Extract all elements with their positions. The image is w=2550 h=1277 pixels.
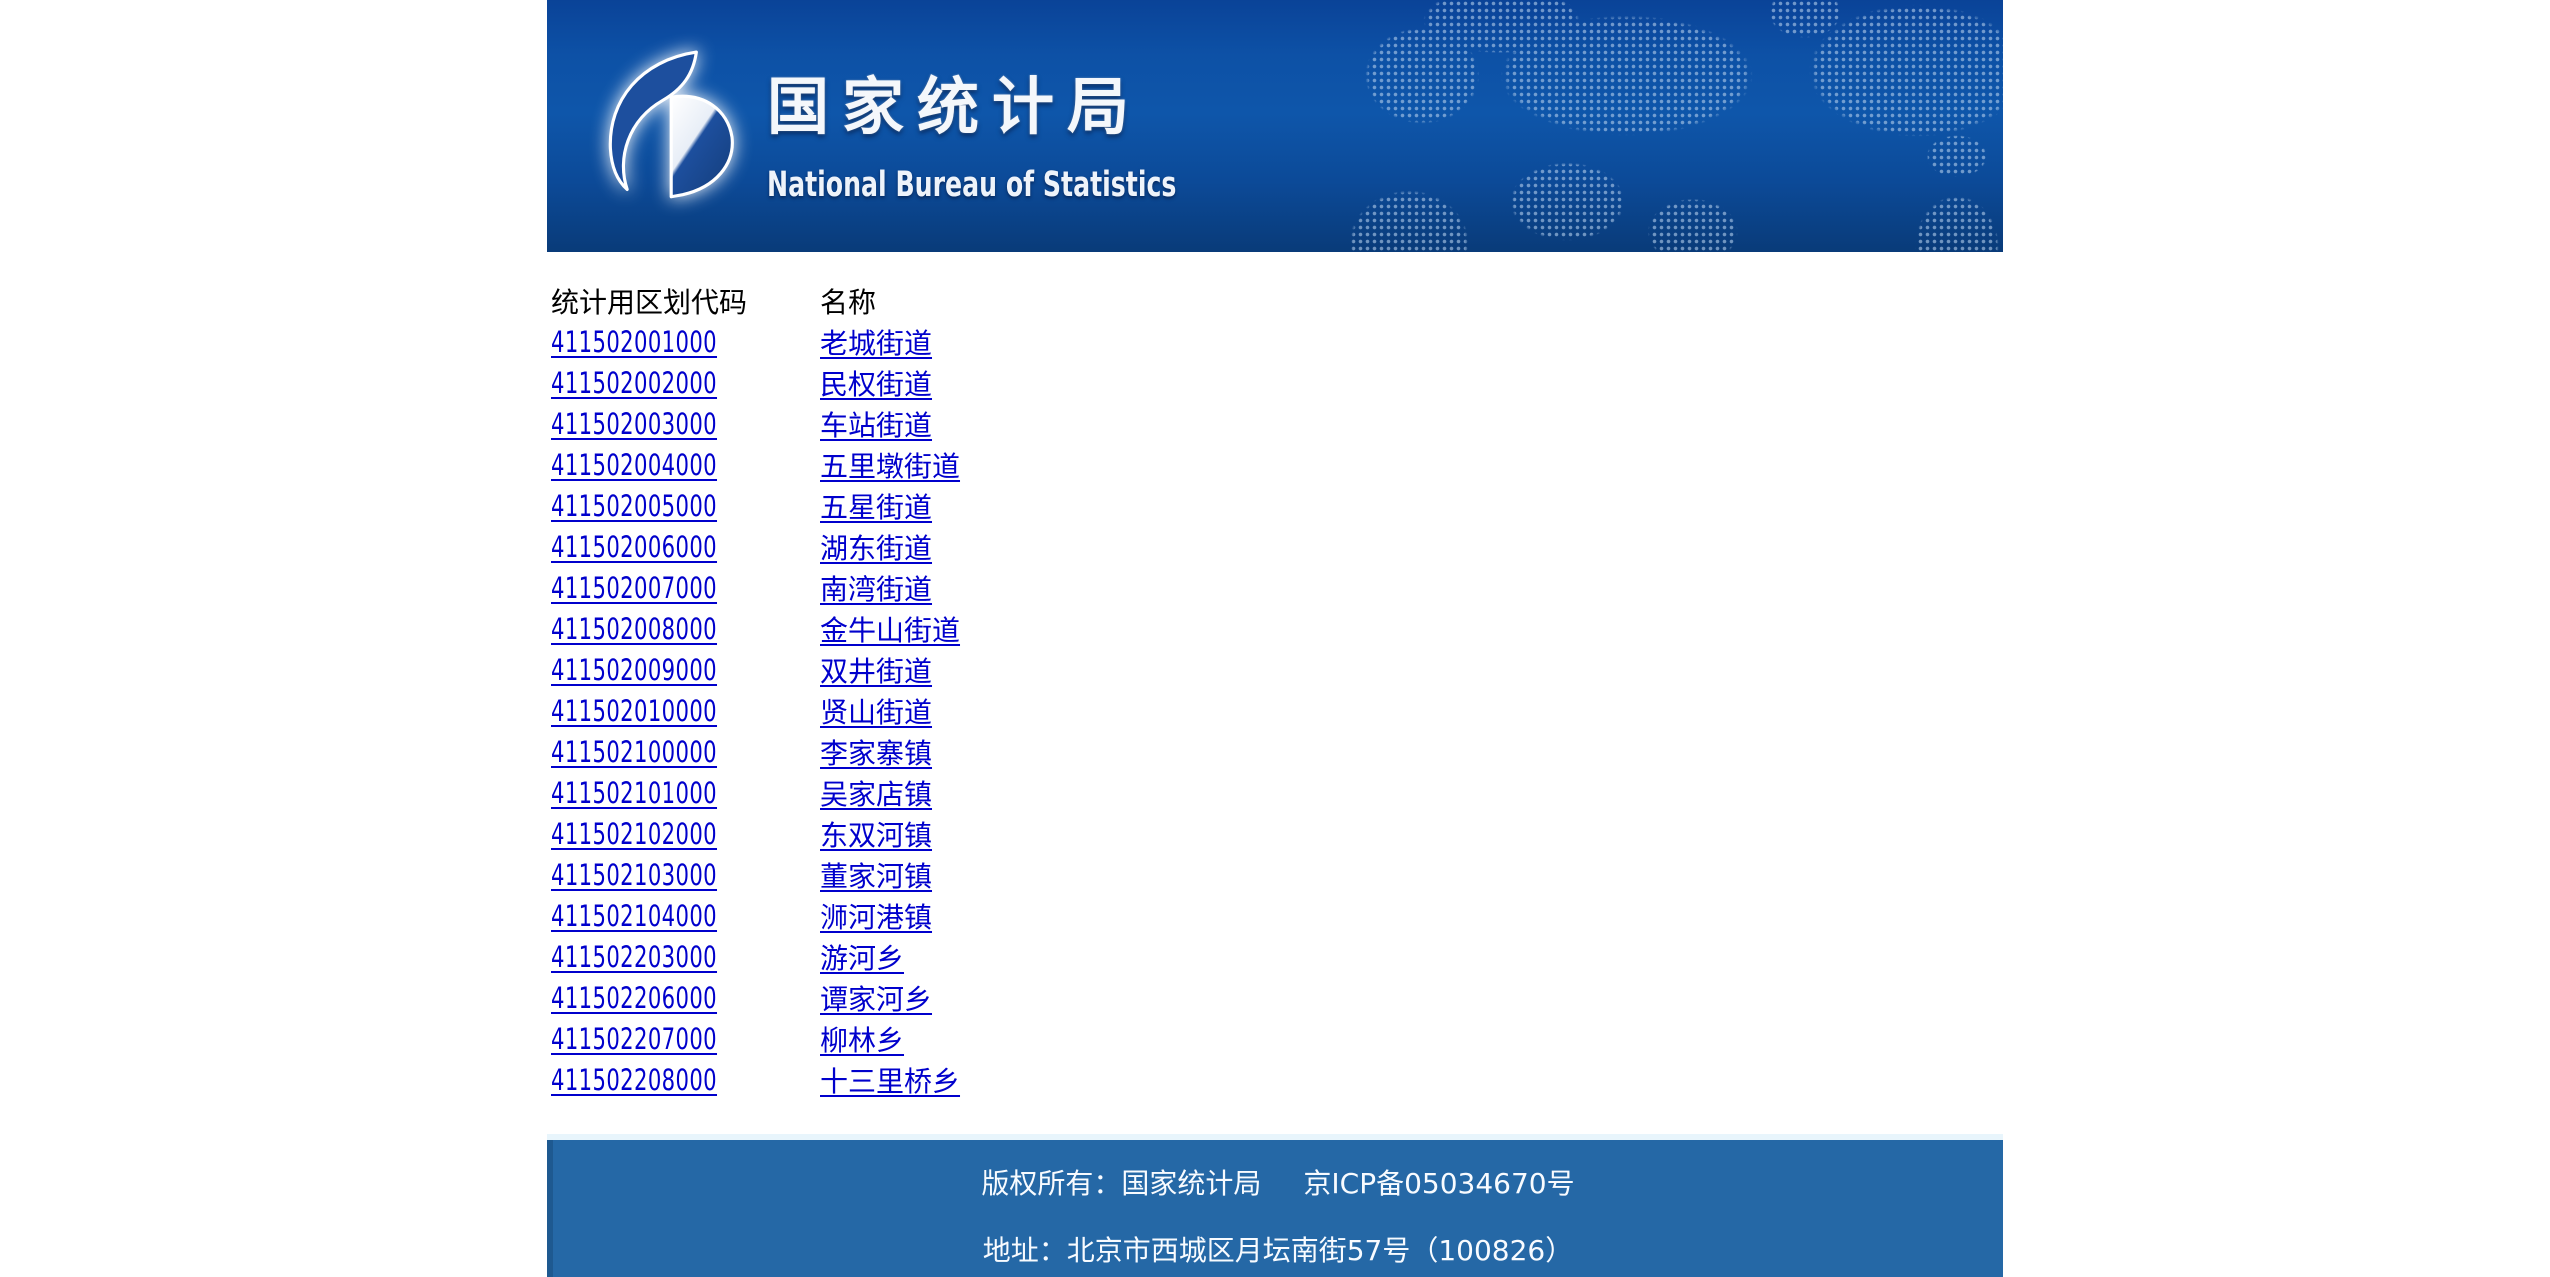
district-name-link[interactable]: 南湾街道	[820, 573, 932, 606]
district-name-link[interactable]: 十三里桥乡	[820, 1065, 960, 1098]
district-name-link[interactable]: 五里墩街道	[820, 450, 960, 483]
table-row: 411502009000 双井街道	[551, 649, 960, 690]
district-name-link[interactable]: 吴家店镇	[820, 778, 932, 811]
address-text: 地址：北京市西城区月坛南街57号（100826）	[982, 1234, 1574, 1267]
table-row: 411502004000 五里墩街道	[551, 444, 960, 485]
site-title-en: National Bureau of Statistics	[767, 165, 1177, 205]
district-code-link[interactable]: 411502104000	[551, 899, 717, 933]
table-row: 411502003000 车站街道	[551, 403, 960, 444]
district-name-link[interactable]: 谭家河乡	[820, 983, 932, 1016]
district-code-link[interactable]: 411502009000	[551, 653, 717, 687]
district-code-link[interactable]: 411502207000	[551, 1022, 717, 1056]
footer-copyright-line: 版权所有：国家统计局 京ICP备05034670号	[553, 1164, 2003, 1204]
district-code-link[interactable]: 411502100000	[551, 735, 717, 769]
district-code-link[interactable]: 411502203000	[551, 940, 717, 974]
district-code-link[interactable]: 411502010000	[551, 694, 717, 728]
district-code-link[interactable]: 411502102000	[551, 817, 717, 851]
district-code-link[interactable]: 411502007000	[551, 571, 717, 605]
table-row: 411502005000 五星街道	[551, 485, 960, 526]
site-header: 国家统计局 National Bureau of Statistics	[547, 0, 2003, 252]
main-content: 统计用区划代码 名称 411502001000 老城街道 41150200200…	[547, 252, 2003, 1134]
table-row: 411502002000 民权街道	[551, 362, 960, 403]
district-code-link[interactable]: 411502008000	[551, 612, 717, 646]
district-table: 统计用区划代码 名称 411502001000 老城街道 41150200200…	[551, 280, 960, 1100]
district-code-link[interactable]: 411502003000	[551, 407, 717, 441]
district-name-link[interactable]: 民权街道	[820, 368, 932, 401]
table-row: 411502001000 老城街道	[551, 321, 960, 362]
table-row: 411502007000 南湾街道	[551, 567, 960, 608]
district-code-link[interactable]: 411502001000	[551, 325, 717, 359]
column-header-name: 名称	[820, 285, 877, 319]
district-name-link[interactable]: 车站街道	[820, 409, 932, 442]
table-row: 411502100000 李家寨镇	[551, 731, 960, 772]
district-name-link[interactable]: 湖东街道	[820, 532, 932, 565]
table-row: 411502008000 金牛山街道	[551, 608, 960, 649]
district-name-link[interactable]: 董家河镇	[820, 860, 932, 893]
page: 国家统计局 National Bureau of Statistics 统计用区…	[547, 0, 2003, 1277]
site-footer: 版权所有：国家统计局 京ICP备05034670号 地址：北京市西城区月坛南街57…	[547, 1134, 2003, 1277]
footer-bar: 版权所有：国家统计局 京ICP备05034670号 地址：北京市西城区月坛南街57…	[547, 1140, 2003, 1277]
table-row: 411502006000 湖东街道	[551, 526, 960, 567]
district-name-link[interactable]: 李家寨镇	[820, 737, 932, 770]
district-name-link[interactable]: 五星街道	[820, 491, 932, 524]
district-name-link[interactable]: 双井街道	[820, 655, 932, 688]
table-row: 411502203000 游河乡	[551, 936, 960, 977]
copyright-text: 版权所有：国家统计局	[981, 1167, 1262, 1200]
table-row: 411502207000 柳林乡	[551, 1018, 960, 1059]
site-title-group: 国家统计局 National Bureau of Statistics	[767, 76, 1336, 203]
site-title-cn: 国家统计局	[767, 70, 1143, 143]
table-row: 411502103000 董家河镇	[551, 854, 960, 895]
nbs-logo-icon	[587, 50, 747, 202]
table-header-row: 统计用区划代码 名称	[551, 280, 960, 321]
district-name-link[interactable]: 东双河镇	[820, 819, 932, 852]
district-name-link[interactable]: 金牛山街道	[820, 614, 960, 647]
district-code-link[interactable]: 411502004000	[551, 448, 717, 482]
district-code-link[interactable]: 411502103000	[551, 858, 717, 892]
table-row: 411502102000 东双河镇	[551, 813, 960, 854]
world-map-pattern-icon	[1343, 0, 2003, 252]
table-row: 411502010000 贤山街道	[551, 690, 960, 731]
district-code-link[interactable]: 411502002000	[551, 366, 717, 400]
district-name-link[interactable]: 浉河港镇	[820, 901, 932, 934]
table-row: 411502101000 吴家店镇	[551, 772, 960, 813]
district-code-link[interactable]: 411502208000	[551, 1063, 717, 1097]
district-name-link[interactable]: 游河乡	[820, 942, 904, 975]
district-name-link[interactable]: 柳林乡	[820, 1024, 904, 1057]
district-name-link[interactable]: 贤山街道	[820, 696, 932, 729]
table-row: 411502206000 谭家河乡	[551, 977, 960, 1018]
district-code-link[interactable]: 411502005000	[551, 489, 717, 523]
district-name-link[interactable]: 老城街道	[820, 327, 932, 360]
icp-number: 京ICP备05034670号	[1303, 1167, 1575, 1200]
table-row: 411502208000 十三里桥乡	[551, 1059, 960, 1100]
column-header-code: 统计用区划代码	[551, 285, 748, 319]
table-row: 411502104000 浉河港镇	[551, 895, 960, 936]
district-code-link[interactable]: 411502006000	[551, 530, 717, 564]
district-code-link[interactable]: 411502206000	[551, 981, 717, 1015]
district-code-link[interactable]: 411502101000	[551, 776, 717, 810]
